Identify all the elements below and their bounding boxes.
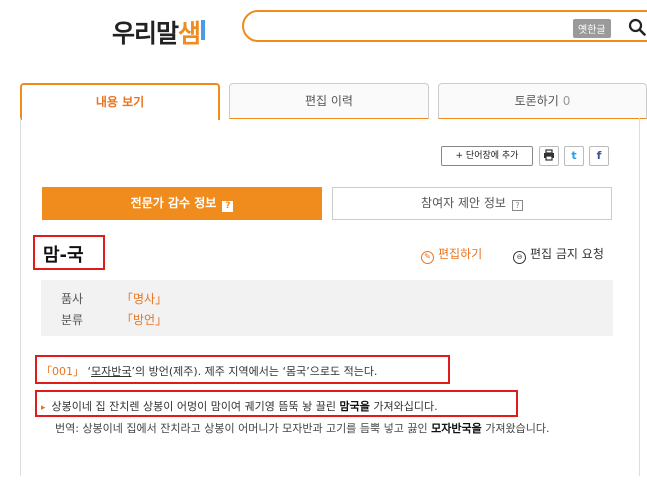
facebook-share-button[interactable]: f [589, 146, 609, 166]
help-icon[interactable]: ? [222, 201, 234, 212]
old-hangul-button[interactable]: 옛한글 [573, 19, 611, 38]
example-translation: 번역: 상봉이네 집에서 잔치라고 상봉이 어머니가 모자반과 고기를 듬뿍 넣… [55, 421, 615, 437]
add-to-wordbook-button[interactable]: + 단어장에 추가 [441, 146, 533, 166]
example-text-before: 상봉이네 집 잔치렌 상봉이 어멍이 맘이여 궤기영 뜸뚝 놩 끌린 [51, 400, 340, 413]
help-icon[interactable]: ? [511, 200, 523, 211]
tab-label: 참여자 제안 정보 [421, 196, 506, 210]
tab-label: 전문가 감수 정보 [130, 196, 217, 210]
edit-label: 편집하기 [438, 247, 483, 261]
definition-highlight: 「001」 ‘모자반국’의 방언(제주). 제주 지역에서는 ‘몸국’으로도 적… [35, 355, 450, 384]
twitter-share-button[interactable]: t [564, 146, 584, 166]
translation-text-before: 번역: 상봉이네 집에서 잔치라고 상봉이 어머니가 모자반과 고기를 듬뿍 넣… [55, 422, 432, 435]
tab-discussion[interactable]: 토론하기 0 [438, 83, 647, 119]
example-highlight: ▸ 상봉이네 집 잔치렌 상봉이 어멍이 맘이여 궤기영 뜸뚝 놩 끌린 맘국을 … [35, 390, 518, 417]
search-icon[interactable] [628, 18, 646, 36]
example-bold: 맘국을 [339, 400, 370, 413]
tab-label: 토론하기 [514, 94, 559, 108]
site-logo[interactable]: 우리말샘 [112, 14, 206, 50]
pencil-icon: ✎ [421, 251, 434, 264]
twitter-icon: t [571, 149, 577, 162]
tab-content-view[interactable]: 내용 보기 [20, 83, 220, 120]
linked-word[interactable]: 모자반국 [91, 365, 131, 378]
translation-bold: 모자반국을 [431, 422, 482, 435]
logo-accent: 샘 [178, 19, 201, 48]
print-button[interactable] [539, 146, 559, 166]
tab-label: 내용 보기 [95, 95, 145, 109]
discussion-count: 0 [562, 94, 571, 108]
headword: 맘-국 [43, 245, 84, 266]
edit-ban-request-button[interactable]: ⊖ 편집 금지 요청 [513, 245, 604, 264]
print-icon [544, 149, 554, 161]
search-bar: 옛한글 [242, 10, 647, 42]
bullet-arrow-icon: ▸ [41, 403, 46, 413]
facebook-icon: f [596, 149, 602, 162]
tab-expert-info[interactable]: 전문가 감수 정보? [42, 187, 322, 220]
category-label: 분류 [61, 313, 84, 327]
logo-bar [201, 20, 206, 40]
tab-user-suggestion[interactable]: 참여자 제안 정보? [332, 187, 612, 220]
edit-button[interactable]: ✎ 편집하기 [421, 245, 482, 264]
headword-highlight: 맘-국 [33, 235, 105, 270]
example-text-after: 가져와십디다. [369, 400, 438, 413]
tab-label: 편집 이력 [305, 94, 353, 108]
pos-value[interactable]: 「명사」 [121, 290, 167, 307]
definition: 「001」 ‘모자반국’의 방언(제주). 제주 지역에서는 ‘몸국’으로도 적… [41, 363, 377, 379]
search-input[interactable] [260, 17, 560, 37]
definition-text: ’의 방언(제주). 제주 지역에서는 ‘몸국’으로도 적는다. [131, 365, 378, 378]
ban-icon: ⊖ [513, 251, 526, 264]
word-info-box: 품사 「명사」 분류 「방언」 [41, 280, 613, 336]
example-sentence: ▸ 상봉이네 집 잔치렌 상봉이 어멍이 맘이여 궤기영 뜸뚝 놩 끌린 맘국을 … [41, 398, 438, 414]
main-tabs: 내용 보기 편집 이력 토론하기 0 [20, 83, 647, 120]
pos-label: 품사 [61, 292, 84, 306]
translation-text-after: 가져왔습니다. [481, 422, 550, 435]
sense-number: 「001」 [41, 365, 84, 378]
edit-ban-label: 편집 금지 요청 [530, 247, 604, 261]
logo-text: 우리말 [112, 19, 179, 48]
category-value[interactable]: 「방언」 [121, 311, 167, 328]
tab-edit-history[interactable]: 편집 이력 [229, 83, 429, 119]
